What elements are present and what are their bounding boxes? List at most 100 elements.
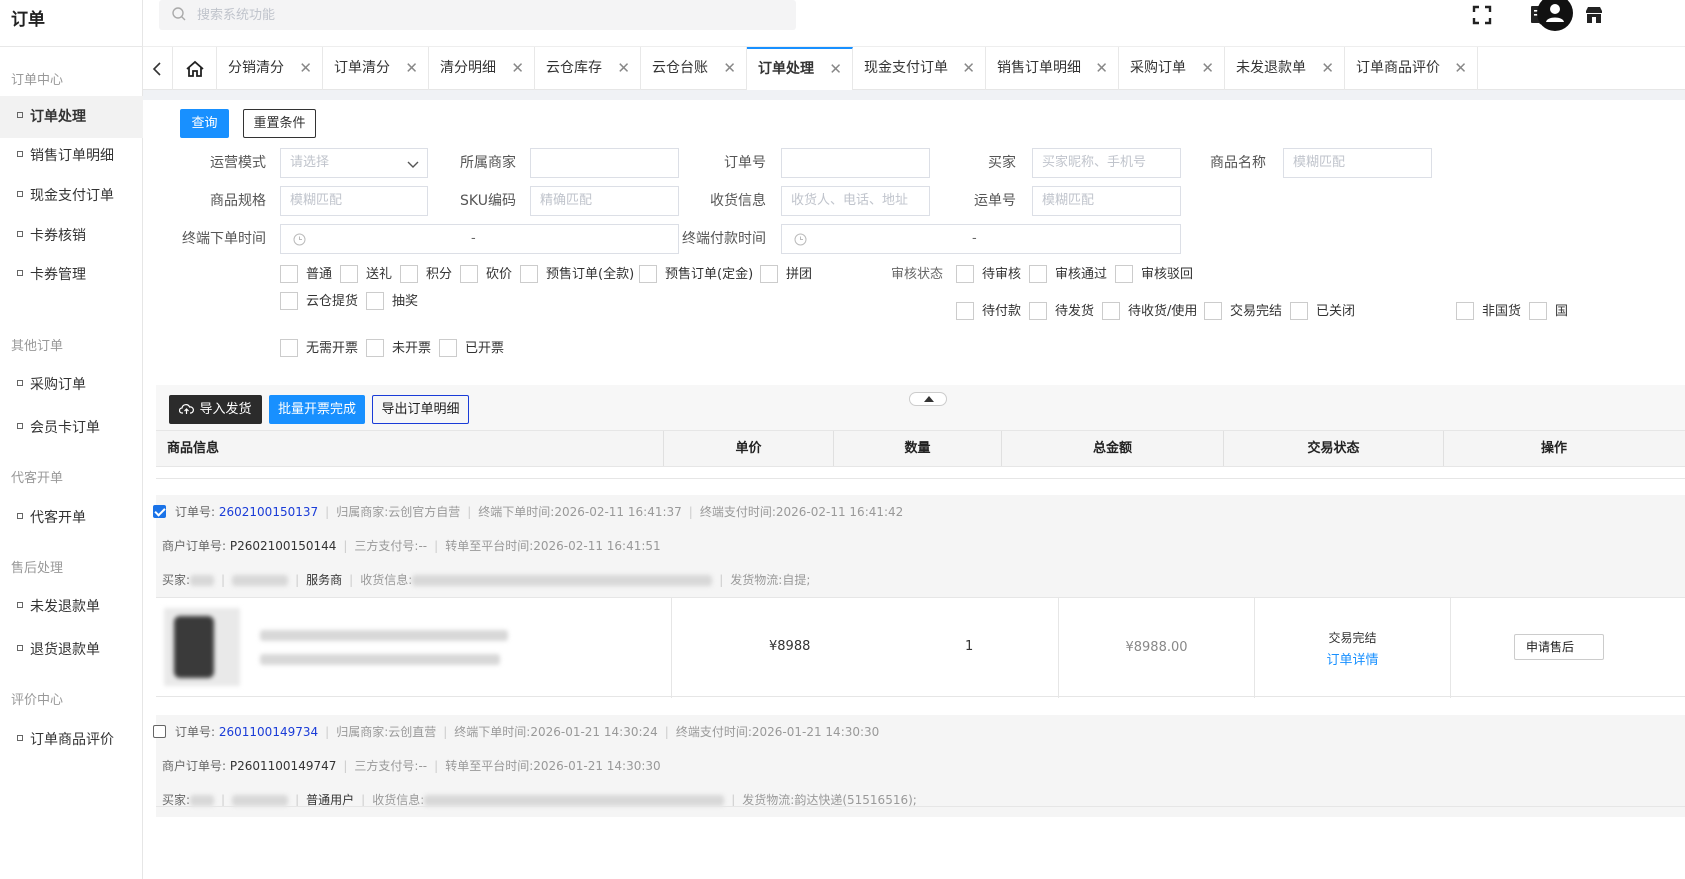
checkbox-label: 拼团 — [786, 267, 813, 282]
close-icon[interactable]: ✕ — [299, 47, 312, 89]
merchant-input[interactable] — [530, 148, 679, 178]
sidebar-item-proxy-order[interactable]: 代客开单 — [0, 497, 143, 539]
checkbox-checked[interactable] — [153, 505, 166, 518]
tab-order-clearing[interactable]: 订单清分 ✕ — [323, 47, 429, 91]
checkbox-box — [639, 264, 657, 283]
tab-cloud-stock[interactable]: 云仓库存 ✕ — [535, 47, 641, 91]
invoice-issued-checkbox[interactable]: 已开票 — [439, 338, 504, 360]
type-presale-deposit-checkbox[interactable]: 预售订单(定金) — [639, 264, 753, 286]
type-bargain-checkbox[interactable]: 砍价 — [460, 264, 512, 286]
checkbox-label: 审核通过 — [1055, 267, 1108, 282]
receiver-input[interactable]: 收货人、电话、地址 — [781, 186, 930, 216]
fullscreen-icon[interactable] — [1470, 3, 1494, 27]
close-icon[interactable]: ✕ — [1095, 47, 1108, 89]
audit-passed-checkbox[interactable]: 审核通过 — [1029, 264, 1107, 286]
order-no-input[interactable] — [781, 148, 930, 178]
reset-button[interactable]: 重置条件 — [243, 109, 316, 138]
close-icon[interactable]: ✕ — [405, 47, 418, 89]
status-pending-receive-checkbox[interactable]: 待收货/使用 — [1102, 301, 1197, 323]
buyer-input[interactable]: 买家昵称、手机号 — [1032, 148, 1181, 178]
pay-time-range[interactable]: - — [781, 224, 1181, 254]
status-pending-payment-checkbox[interactable]: 待付款 — [956, 301, 1021, 323]
spec-input[interactable]: 模糊匹配 — [280, 186, 428, 216]
import-shipping-button[interactable]: 导入发货 — [169, 395, 262, 424]
mode-select[interactable]: 请选择 — [280, 148, 428, 178]
tab-clearing-detail[interactable]: 清分明细 ✕ — [429, 47, 535, 91]
checkbox-label: 无需开票 — [306, 341, 359, 356]
chevron-left-icon — [152, 62, 161, 76]
goods-domestic-checkbox[interactable]: 国 — [1529, 301, 1568, 323]
type-presale-full-checkbox[interactable]: 预售订单(全款) — [520, 264, 634, 286]
batch-invoice-button[interactable]: 批量开票完成 — [269, 395, 365, 424]
order-time-range[interactable]: - — [280, 224, 679, 254]
waybill-input[interactable]: 模糊匹配 — [1032, 186, 1181, 216]
status-pending-ship-checkbox[interactable]: 待发货 — [1029, 301, 1094, 323]
type-points-checkbox[interactable]: 积分 — [400, 264, 452, 286]
sidebar-item-order-processing[interactable]: 订单处理 — [0, 96, 143, 138]
tab-scroll-left[interactable] — [143, 47, 173, 91]
type-lottery-checkbox[interactable]: 抽奖 — [366, 291, 418, 313]
close-icon[interactable]: ✕ — [1454, 47, 1467, 89]
sidebar-item-sales-order-detail[interactable]: 销售订单明细 — [0, 135, 143, 177]
type-group-buy-checkbox[interactable]: 拼团 — [760, 264, 812, 286]
tab-order-processing[interactable]: 订单处理 ✕ — [747, 47, 853, 91]
audit-pending-checkbox[interactable]: 待审核 — [956, 264, 1021, 286]
search-box[interactable] — [159, 0, 796, 30]
sidebar-item-label: 退货退款单 — [30, 642, 100, 658]
tab-cash-orders[interactable]: 现金支付订单 ✕ — [853, 47, 986, 91]
status-completed-checkbox[interactable]: 交易完结 — [1204, 301, 1282, 323]
product-name-label: 商品名称 — [1210, 155, 1266, 171]
invoice-none-checkbox[interactable]: 无需开票 — [280, 338, 358, 360]
close-icon[interactable]: ✕ — [723, 47, 736, 89]
type-normal-checkbox[interactable]: 普通 — [280, 264, 332, 286]
close-icon[interactable]: ✕ — [511, 47, 524, 89]
search-input[interactable] — [197, 5, 757, 25]
sidebar-item-member-card-orders[interactable]: 会员卡订单 — [0, 407, 143, 449]
checkbox-unchecked[interactable] — [153, 725, 166, 738]
invoice-not-issued-checkbox[interactable]: 未开票 — [366, 338, 431, 360]
order-no-link[interactable]: 2601100149734 — [219, 725, 318, 739]
sidebar-item-purchase-orders[interactable]: 采购订单 — [0, 364, 143, 406]
goods-non-domestic-checkbox[interactable]: 非国货 — [1456, 301, 1521, 323]
tab-label: 分销清分 — [228, 60, 284, 76]
sidebar-item-label: 会员卡订单 — [30, 420, 100, 436]
sidebar-item-return-refund[interactable]: 退货退款单 — [0, 629, 143, 671]
close-icon[interactable]: ✕ — [1321, 47, 1334, 89]
chevron-down-icon — [407, 161, 419, 168]
store-icon[interactable] — [1582, 3, 1606, 27]
query-button[interactable]: 查询 — [180, 109, 229, 138]
close-icon[interactable]: ✕ — [962, 47, 975, 89]
type-cloud-pickup-checkbox[interactable]: 云仓提货 — [280, 291, 358, 313]
close-icon[interactable]: ✕ — [1201, 47, 1214, 89]
sidebar-item-coupon-verify[interactable]: 卡券核销 — [0, 215, 143, 257]
audit-rejected-checkbox[interactable]: 审核驳回 — [1115, 264, 1193, 286]
tab-label: 云仓台账 — [652, 60, 708, 76]
sidebar-item-cash-orders[interactable]: 现金支付订单 — [0, 175, 143, 217]
order-checkbox[interactable] — [153, 505, 175, 519]
sidebar-item-product-review[interactable]: 订单商品评价 — [0, 719, 143, 761]
tab-distribution-clearing[interactable]: 分销清分 ✕ — [217, 47, 323, 91]
order-detail-link[interactable]: 订单详情 — [1255, 649, 1450, 668]
sku-input[interactable]: 精确匹配 — [530, 186, 679, 216]
tab-unshipped-refund[interactable]: 未发退款单 ✕ — [1225, 47, 1345, 91]
close-icon[interactable]: ✕ — [617, 47, 630, 89]
bullet-icon — [17, 270, 23, 276]
status-closed-checkbox[interactable]: 已关闭 — [1290, 301, 1355, 323]
tab-sales-order-detail[interactable]: 销售订单明细 ✕ — [986, 47, 1119, 91]
sidebar-item-coupon-manage[interactable]: 卡券管理 — [0, 254, 143, 296]
tab-cloud-ledger[interactable]: 云仓台账 ✕ — [641, 47, 747, 91]
order-no-link[interactable]: 2602100150137 — [219, 505, 318, 519]
avatar[interactable] — [1537, 0, 1573, 31]
tab-product-review[interactable]: 订单商品评价 ✕ — [1345, 47, 1478, 91]
apply-after-sales-button[interactable]: 申请售后 — [1514, 634, 1604, 660]
tab-purchase-orders[interactable]: 采购订单 ✕ — [1119, 47, 1225, 91]
type-gift-checkbox[interactable]: 送礼 — [340, 264, 392, 286]
tab-home[interactable] — [173, 47, 217, 91]
close-icon[interactable]: ✕ — [829, 49, 842, 89]
collapse-filters-toggle[interactable] — [909, 392, 947, 406]
export-order-detail-button[interactable]: 导出订单明细 — [372, 395, 469, 424]
sidebar-item-unshipped-refund[interactable]: 未发退款单 — [0, 586, 143, 628]
order-checkbox[interactable] — [153, 725, 175, 739]
product-name-input[interactable]: 模糊匹配 — [1283, 148, 1432, 178]
bullet-icon — [17, 191, 23, 197]
